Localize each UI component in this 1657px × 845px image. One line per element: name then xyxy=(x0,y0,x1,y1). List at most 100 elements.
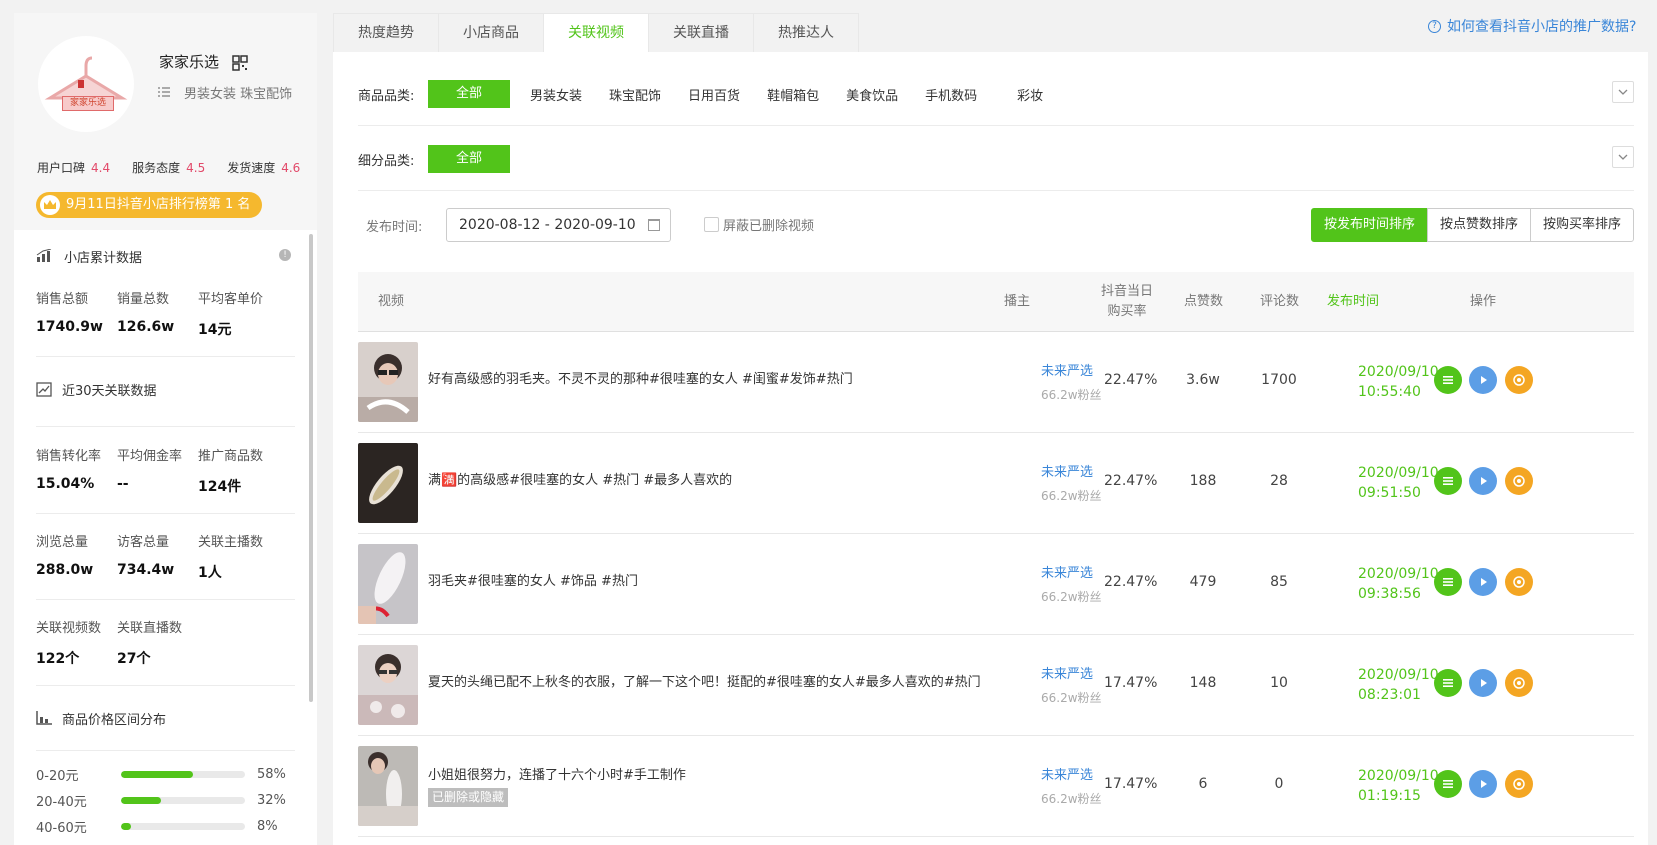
video-thumbnail[interactable] xyxy=(358,544,418,624)
target-button[interactable] xyxy=(1505,366,1533,394)
table-row[interactable]: 满🈵的高级感#很哇塞的女人 #热门 #最多人喜欢的 未来严选 66.2w粉丝 22.4… xyxy=(358,433,1634,534)
host-name-link[interactable]: 未来严选 xyxy=(1041,764,1093,783)
info-icon[interactable]: ! xyxy=(279,249,291,261)
stat-item: 销售总额 1740.9w xyxy=(36,288,117,339)
subcategory-all-chip[interactable]: 全部 xyxy=(428,145,511,173)
stat-label: 平均客单价 xyxy=(198,292,264,307)
detail-button[interactable] xyxy=(1434,467,1462,495)
target-button[interactable] xyxy=(1505,568,1533,596)
target-icon xyxy=(1513,677,1525,689)
trend-chart-icon xyxy=(36,382,52,397)
publish-date: 2020/09/10 xyxy=(1358,768,1439,784)
header-publish-time[interactable]: 发布时间 xyxy=(1327,272,1379,332)
category-option[interactable]: 男装女装 xyxy=(530,85,582,104)
price-range-bar-fill xyxy=(121,822,131,830)
play-button[interactable] xyxy=(1469,669,1497,697)
table-row[interactable]: 夏天的头绳已配不上秋冬的衣服，了解一下这个吧！挺配的#很哇塞的女人#最多人喜欢的… xyxy=(358,635,1634,736)
help-link-text: 如何查看抖音小店的推广数据? xyxy=(1447,19,1637,35)
stat-item: 关联视频数 122个 xyxy=(36,617,117,668)
video-thumbnail[interactable] xyxy=(358,443,418,523)
tab-related-videos[interactable]: 关联视频 xyxy=(543,13,649,53)
stat-item: 推广商品数 124件 xyxy=(198,445,279,496)
category-option[interactable]: 珠宝配饰 xyxy=(609,85,661,104)
section-title-text: 近30天关联数据 xyxy=(62,383,157,399)
sort-by-time-button[interactable]: 按发布时间排序 xyxy=(1310,208,1428,242)
table-row[interactable]: 小姐姐很努力，连播了十六个小时#手工制作 已删除或隐藏 未来严选 66.2w粉丝 17.… xyxy=(358,736,1634,837)
video-thumbnail[interactable] xyxy=(358,746,418,826)
stat-value: 14元 xyxy=(198,322,232,338)
table-row[interactable]: 好有高级感的羽毛夹。不灵不灵的那种#很哇塞的女人 #闺蜜#发饰#热门 未来严选 66… xyxy=(358,332,1634,433)
category-option[interactable]: 彩妆 xyxy=(1017,85,1043,104)
help-link[interactable]: ? 如何查看抖音小店的推广数据? xyxy=(1428,16,1636,36)
play-button[interactable] xyxy=(1469,770,1497,798)
target-icon xyxy=(1513,576,1525,588)
target-button[interactable] xyxy=(1505,669,1533,697)
host-name-link[interactable]: 未来严选 xyxy=(1041,562,1093,581)
target-button[interactable] xyxy=(1505,770,1533,798)
host-name-link[interactable]: 未来严选 xyxy=(1041,461,1093,480)
stat-label: 关联直播数 xyxy=(117,621,183,636)
sort-by-buy-rate-button[interactable]: 按购买率排序 xyxy=(1529,208,1634,242)
stat-label: 销售转化率 xyxy=(36,449,102,464)
detail-button[interactable] xyxy=(1434,568,1462,596)
tab-shop-products[interactable]: 小店商品 xyxy=(438,13,544,53)
stat-value: 124件 xyxy=(198,479,242,495)
price-range-bar-fill xyxy=(121,796,161,804)
price-range-row: 20-40元 32% xyxy=(36,787,295,813)
host-fans: 66.2w粉丝 xyxy=(1041,792,1102,806)
category-option[interactable]: 美食饮品 xyxy=(846,85,898,104)
header-comments: 评论数 xyxy=(1260,294,1300,309)
tab-heat-trend[interactable]: 热度趋势 xyxy=(333,13,439,53)
play-button[interactable] xyxy=(1469,366,1497,394)
detail-button[interactable] xyxy=(1434,366,1462,394)
category-option[interactable]: 日用百货 xyxy=(688,85,740,104)
category-expand-button[interactable] xyxy=(1612,81,1634,103)
histogram-icon xyxy=(36,711,52,725)
recent-stats-row-1: 销售转化率 15.04% 平均佣金率 -- 推广商品数 124件 xyxy=(36,445,295,496)
header-likes[interactable]: 点赞数 xyxy=(1184,272,1223,332)
shop-header: 家家乐选 家家乐选 男装女装 珠宝配饰 用户口碑 4.4 服务态度 4.5 发货速度… xyxy=(14,13,317,230)
host-fans: 66.2w粉丝 xyxy=(1041,691,1102,705)
category-option[interactable]: 鞋帽箱包 xyxy=(767,85,819,104)
video-title[interactable]: 小姐姐很努力，连播了十六个小时#手工制作 xyxy=(428,764,1018,783)
video-title[interactable]: 羽毛夹#很哇塞的女人 #饰品 #热门 xyxy=(428,570,1018,589)
video-title[interactable]: 夏天的头绳已配不上秋冬的衣服，了解一下这个吧！挺配的#很哇塞的女人#最多人喜欢的… xyxy=(428,671,1018,690)
hide-deleted-checkbox[interactable] xyxy=(704,217,719,232)
video-title[interactable]: 满🈵的高级感#很哇塞的女人 #热门 #最多人喜欢的 xyxy=(428,469,1018,488)
play-button[interactable] xyxy=(1469,467,1497,495)
price-range-row: 40-60元 8% xyxy=(36,813,295,839)
section-title-text: 小店累计数据 xyxy=(64,250,143,266)
table-row[interactable]: 羽毛夹#很哇塞的女人 #饰品 #热门 未来严选 66.2w粉丝 22.47% 479 85… xyxy=(358,534,1634,635)
header-buy-rate[interactable]: 抖音当日 购买率 xyxy=(1088,272,1166,332)
category-option[interactable]: 手机数码 xyxy=(925,85,977,104)
target-button[interactable] xyxy=(1505,467,1533,495)
detail-button[interactable] xyxy=(1434,669,1462,697)
date-range-input[interactable]: 2020-08-12 - 2020-09-10 xyxy=(446,208,671,242)
tab-hot-influencers[interactable]: 热推达人 xyxy=(753,13,859,53)
tab-related-live[interactable]: 关联直播 xyxy=(648,13,754,53)
stat-item: 浏览总量 288.0w xyxy=(36,531,117,582)
video-title[interactable]: 好有高级感的羽毛夹。不灵不灵的那种#很哇塞的女人 #闺蜜#发饰#热门 xyxy=(428,368,1018,387)
video-thumbnail[interactable] xyxy=(358,342,418,422)
section-title-text: 商品价格区间分布 xyxy=(62,712,167,728)
rank-badge[interactable]: 9月11日抖音小店排行榜第 1 名 xyxy=(36,192,263,218)
play-button[interactable] xyxy=(1469,568,1497,596)
list-detail-icon xyxy=(1443,477,1453,485)
host-name-link[interactable]: 未来严选 xyxy=(1041,663,1093,682)
table-body: 好有高级感的羽毛夹。不灵不灵的那种#很哇塞的女人 #闺蜜#发饰#热门 未来严选 66… xyxy=(358,332,1634,837)
publish-time-cell: 2020/09/10 08:23:01 xyxy=(1358,665,1439,705)
host-name-link[interactable]: 未来严选 xyxy=(1041,360,1093,379)
calendar-icon xyxy=(648,219,660,231)
detail-button[interactable] xyxy=(1434,770,1462,798)
stat-label: 平均佣金率 xyxy=(117,449,183,464)
target-icon xyxy=(1513,374,1525,386)
subcategory-expand-button[interactable] xyxy=(1612,146,1634,168)
likes-cell: 188 xyxy=(1189,473,1217,489)
hide-deleted-toggle[interactable]: 屏蔽已删除视频 xyxy=(704,215,814,234)
qr-code-icon[interactable] xyxy=(232,55,248,71)
sort-by-likes-button[interactable]: 按点赞数排序 xyxy=(1426,208,1531,242)
category-filter: 商品品类: 全部 男装女装 珠宝配饰 日用百货 鞋帽箱包 美食饮品 手机数码 彩… xyxy=(358,80,1070,108)
stat-value: 27个 xyxy=(117,651,151,667)
video-thumbnail[interactable] xyxy=(358,645,418,725)
category-all-chip[interactable]: 全部 xyxy=(428,80,511,108)
